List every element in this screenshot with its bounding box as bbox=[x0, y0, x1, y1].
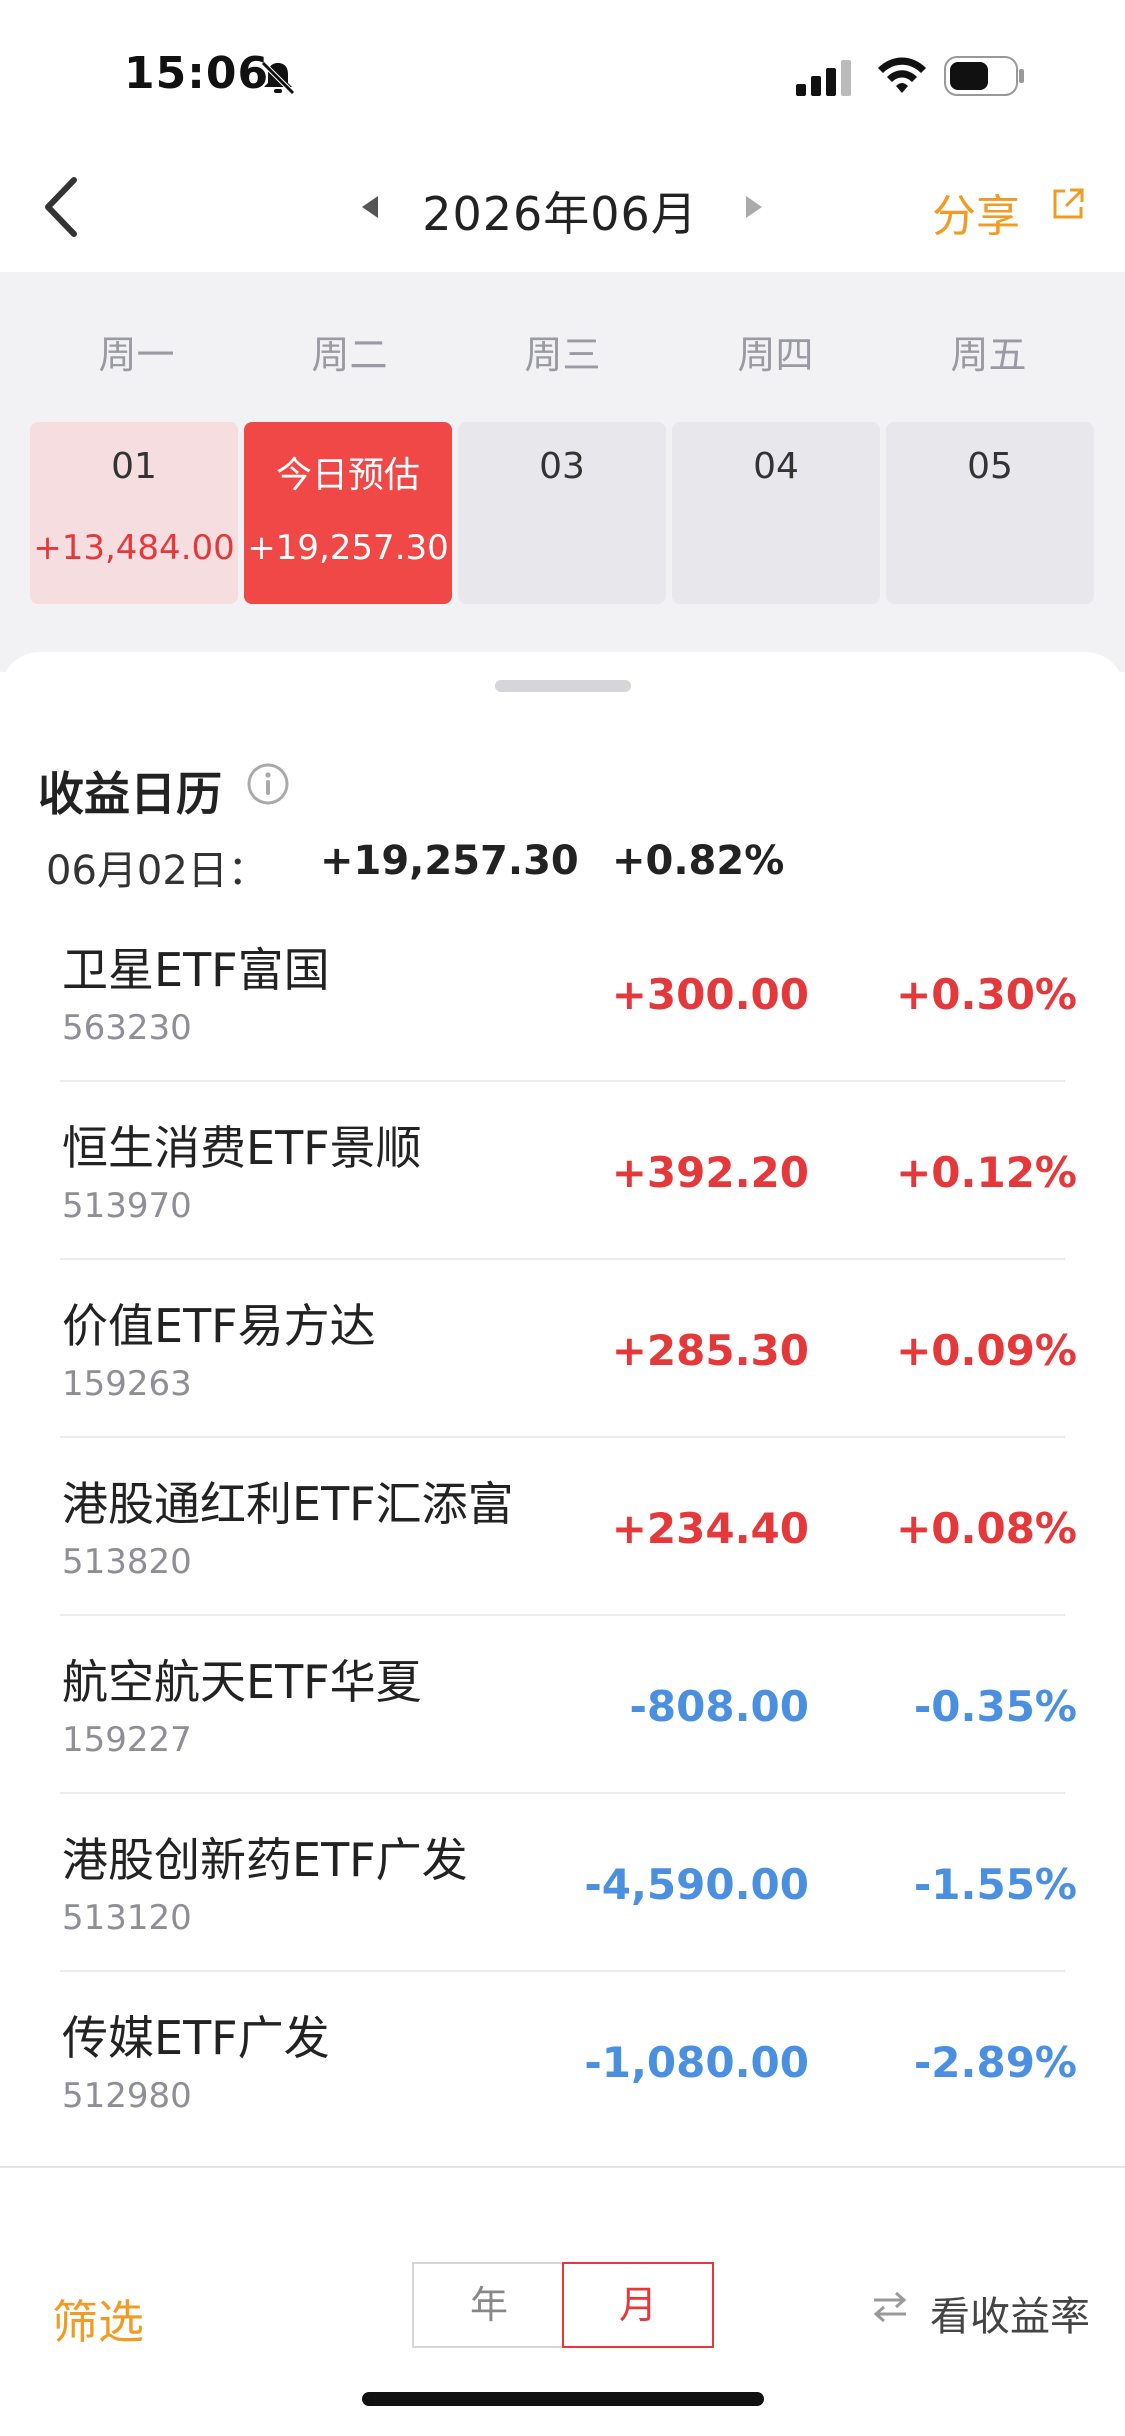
holding-amount: +300.00 bbox=[611, 970, 809, 1019]
filter-button[interactable]: 筛选 bbox=[52, 2286, 144, 2352]
summary-percent: +0.82% bbox=[612, 838, 785, 884]
status-time: 15:06 bbox=[124, 48, 270, 99]
day-label: 今日预估 bbox=[275, 455, 420, 496]
segment-year[interactable]: 年 bbox=[412, 2262, 564, 2348]
share-icon[interactable] bbox=[1050, 186, 1086, 222]
weekday-label: 周五 bbox=[950, 333, 1027, 377]
bell-muted-icon bbox=[261, 61, 295, 95]
home-indicator[interactable] bbox=[362, 2392, 764, 2406]
holding-amount: -4,590.00 bbox=[584, 1860, 809, 1909]
sheet-drag-handle[interactable] bbox=[495, 680, 631, 692]
holding-row[interactable]: 港股通红利ETF汇添富 513820 +234.40 +0.08% bbox=[0, 1468, 1125, 1646]
holding-amount: -808.00 bbox=[629, 1682, 809, 1731]
holding-row[interactable]: 航空航天ETF华夏 159227 -808.00 -0.35% bbox=[0, 1646, 1125, 1824]
day-value: +13,484.00 bbox=[33, 528, 235, 568]
holding-code: 159263 bbox=[62, 1364, 192, 1404]
battery-icon bbox=[944, 56, 1024, 96]
summary-amount: +19,257.30 bbox=[320, 838, 579, 884]
holding-code: 159227 bbox=[62, 1720, 192, 1760]
signal-icon bbox=[796, 60, 851, 96]
row-divider bbox=[60, 1614, 1065, 1616]
swap-icon[interactable] bbox=[870, 2290, 910, 2322]
week-calendar: 周一 周二 周三 周四 周五 01 +13,484.00 今日预估 +19,25… bbox=[0, 272, 1125, 672]
next-month-icon[interactable] bbox=[744, 194, 764, 220]
holding-amount: +234.40 bbox=[611, 1504, 809, 1553]
holding-row[interactable]: 价值ETF易方达 159263 +285.30 +0.09% bbox=[0, 1290, 1125, 1468]
holding-percent: -2.89% bbox=[913, 2038, 1077, 2087]
header: 2026年06月 分享 bbox=[0, 150, 1125, 272]
month-title: 2026年06月 bbox=[422, 187, 698, 241]
weekday-label: 周二 bbox=[311, 333, 388, 377]
info-icon[interactable] bbox=[246, 762, 290, 806]
day-cell-01[interactable]: 01 +13,484.00 bbox=[30, 422, 238, 604]
holding-name: 恒生消费ETF景顺 bbox=[62, 1121, 422, 1175]
row-divider bbox=[60, 1436, 1065, 1438]
holding-amount: -1,080.00 bbox=[584, 2038, 809, 2087]
holding-code: 512980 bbox=[62, 2076, 192, 2116]
holding-name: 港股创新药ETF广发 bbox=[62, 1833, 468, 1887]
row-divider bbox=[60, 1258, 1065, 1260]
holding-code: 513120 bbox=[62, 1898, 192, 1938]
section-title: 收益日历 bbox=[38, 767, 222, 821]
row-divider bbox=[60, 1970, 1065, 1972]
back-icon[interactable] bbox=[40, 172, 84, 242]
weekday-label: 周四 bbox=[737, 333, 814, 377]
wifi-icon bbox=[878, 57, 926, 93]
day-label: 05 bbox=[967, 446, 1013, 487]
holding-amount: +285.30 bbox=[611, 1326, 809, 1375]
holding-row[interactable]: 传媒ETF广发 512980 -1,080.00 -2.89% bbox=[0, 2002, 1125, 2180]
holding-amount: +392.20 bbox=[611, 1148, 809, 1197]
weekday-label: 周一 bbox=[98, 333, 175, 377]
holding-percent: +0.08% bbox=[896, 1504, 1077, 1553]
holding-row[interactable]: 恒生消费ETF景顺 513970 +392.20 +0.12% bbox=[0, 1112, 1125, 1290]
day-cell-03[interactable]: 03 bbox=[458, 422, 666, 604]
holding-percent: +0.12% bbox=[896, 1148, 1077, 1197]
holding-code: 513820 bbox=[62, 1542, 192, 1582]
day-cell-04[interactable]: 04 bbox=[672, 422, 880, 604]
day-label: 01 bbox=[111, 446, 157, 487]
holding-percent: -0.35% bbox=[913, 1682, 1077, 1731]
status-bar: 15:06 bbox=[0, 0, 1125, 150]
day-label: 03 bbox=[539, 446, 585, 487]
holding-code: 563230 bbox=[62, 1008, 192, 1048]
holding-code: 513970 bbox=[62, 1186, 192, 1226]
prev-month-icon[interactable] bbox=[360, 194, 380, 220]
row-divider bbox=[60, 1080, 1065, 1082]
holding-name: 港股通红利ETF汇添富 bbox=[62, 1477, 514, 1531]
holding-name: 航空航天ETF华夏 bbox=[62, 1655, 422, 1709]
share-button[interactable]: 分享 bbox=[932, 180, 1020, 244]
segment-month[interactable]: 月 bbox=[562, 2262, 714, 2348]
summary-date: 06月02日： bbox=[46, 848, 268, 894]
holding-name: 卫星ETF富国 bbox=[62, 943, 330, 997]
day-value: +19,257.30 bbox=[247, 528, 449, 568]
holding-percent: +0.09% bbox=[896, 1326, 1077, 1375]
day-cell-05[interactable]: 05 bbox=[886, 422, 1094, 604]
holding-percent: +0.30% bbox=[896, 970, 1077, 1019]
holding-name: 价值ETF易方达 bbox=[62, 1299, 376, 1353]
day-cell-today[interactable]: 今日预估 +19,257.30 bbox=[244, 422, 452, 604]
holding-name: 传媒ETF广发 bbox=[62, 2011, 330, 2065]
weekday-label: 周三 bbox=[524, 333, 601, 377]
holding-row[interactable]: 港股创新药ETF广发 513120 -4,590.00 -1.55% bbox=[0, 1824, 1125, 2002]
view-rate-toggle[interactable]: 看收益率 bbox=[930, 2284, 1090, 2342]
holding-row[interactable]: 卫星ETF富国 563230 +300.00 +0.30% bbox=[0, 934, 1125, 1112]
holding-percent: -1.55% bbox=[913, 1860, 1077, 1909]
day-label: 04 bbox=[753, 446, 799, 487]
row-divider bbox=[60, 1792, 1065, 1794]
